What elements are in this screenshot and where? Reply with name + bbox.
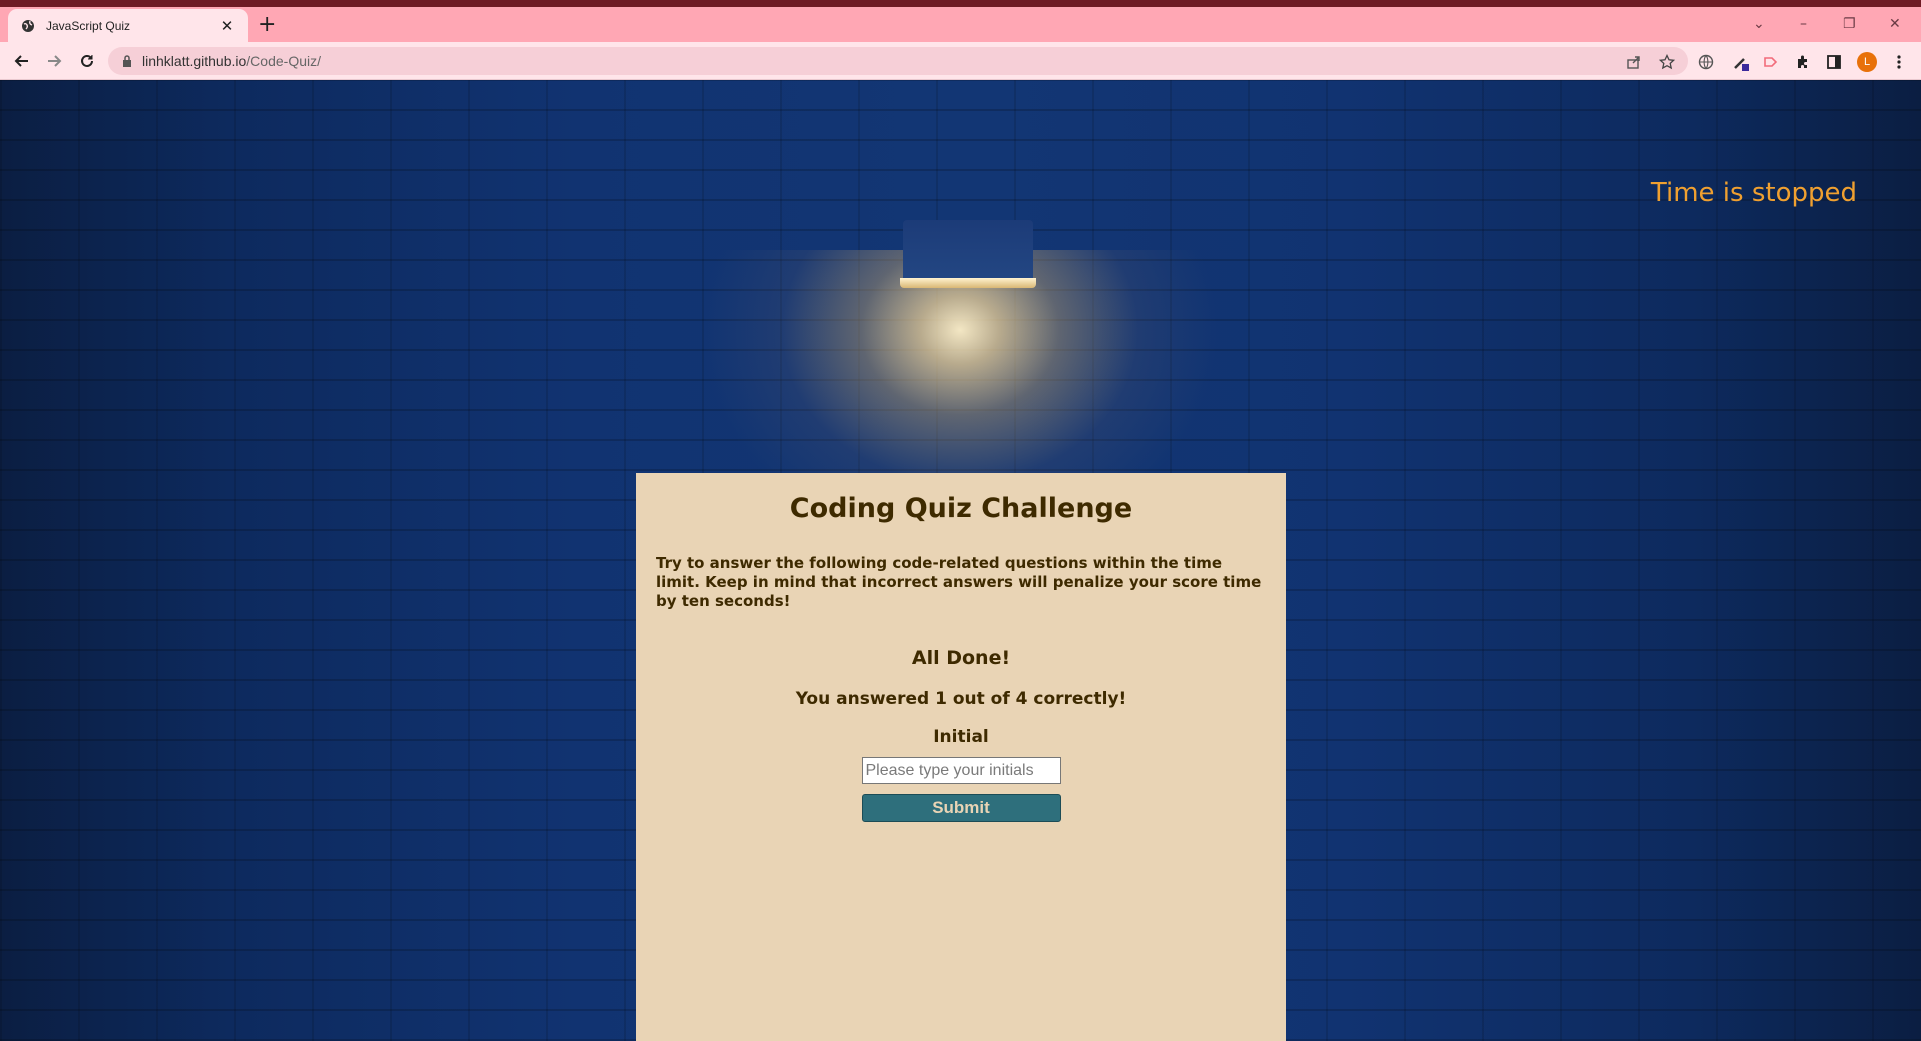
forward-icon[interactable] [43, 50, 65, 72]
profile-avatar[interactable]: L [1856, 51, 1878, 73]
score-summary: You answered 1 out of 4 correctly! [795, 689, 1127, 709]
avatar: L [1857, 52, 1877, 72]
close-window-icon[interactable]: ✕ [1889, 16, 1901, 32]
timer-status: Time is stopped [1650, 178, 1857, 208]
restore-icon[interactable]: ❐ [1843, 16, 1856, 32]
side-panel-icon[interactable] [1823, 51, 1845, 73]
tab-title: JavaScript Quiz [46, 18, 131, 33]
bookmark-star-icon[interactable] [1656, 51, 1678, 73]
tab-search-icon[interactable]: ⌄ [1753, 16, 1765, 32]
wall-lamp-image [903, 220, 1033, 282]
minimize-icon[interactable]: – [1800, 16, 1807, 32]
title-strip [0, 0, 1921, 7]
url-domain: linhklatt.github.io [142, 53, 247, 69]
quiz-instructions: Try to answer the following code-related… [656, 554, 1262, 610]
url-path: /Code-Quiz/ [246, 53, 321, 69]
submit-button[interactable]: Submit [861, 794, 1061, 822]
menu-dots-icon[interactable] [1888, 51, 1910, 73]
new-tab-button[interactable]: + [258, 14, 276, 36]
tab-bar: JavaScript Quiz ✕ + ⌄ – ❐ ✕ [0, 7, 1921, 42]
page-title: Coding Quiz Challenge [789, 493, 1133, 524]
page-viewport: Time is stopped Coding Quiz Challenge Tr… [0, 80, 1921, 1041]
puzzle-extensions-icon[interactable] [1792, 51, 1814, 73]
tab-close-icon[interactable]: ✕ [218, 17, 236, 35]
lock-icon [122, 52, 132, 71]
url-text: linhklatt.github.io/Code-Quiz/ [142, 53, 321, 69]
initial-label: Initial [933, 727, 989, 747]
browser-toolbar: linhklatt.github.io/Code-Quiz/ L [0, 42, 1921, 80]
share-icon[interactable] [1623, 51, 1645, 73]
quiz-card: Coding Quiz Challenge Try to answer the … [636, 473, 1286, 1041]
reload-icon[interactable] [76, 50, 98, 72]
address-bar[interactable]: linhklatt.github.io/Code-Quiz/ [108, 47, 1688, 75]
initials-input[interactable] [861, 757, 1061, 784]
eyedropper-extension-icon[interactable] [1730, 51, 1752, 73]
tab-javascript-quiz[interactable]: JavaScript Quiz ✕ [8, 9, 248, 42]
back-icon[interactable] [11, 50, 33, 72]
all-done-heading: All Done! [911, 647, 1011, 669]
globe-icon [20, 18, 36, 34]
cast-extension-icon[interactable] [1760, 51, 1782, 73]
lamp-light [900, 278, 1036, 288]
extension-globe-icon[interactable] [1695, 51, 1717, 73]
